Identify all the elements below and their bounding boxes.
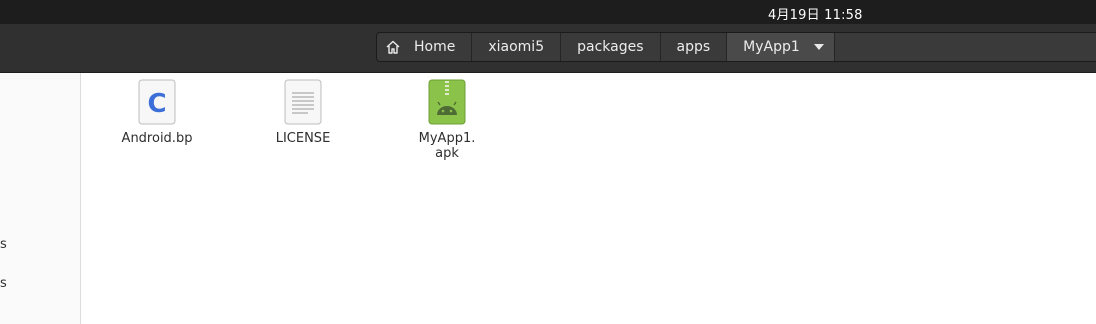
chevron-down-icon[interactable] [813, 44, 824, 50]
breadcrumb-packages[interactable]: packages [561, 33, 661, 61]
file-android-bp[interactable]: C Android.bp [107, 79, 207, 146]
path-bar-empty [835, 33, 1096, 61]
file-name: MyApp1. [418, 131, 476, 146]
file-view: C Android.bp LICENSE MyApp1. apk [81, 73, 1096, 324]
top-bar: 4月19日 11:58 [0, 0, 1096, 24]
text-document-icon [284, 79, 322, 125]
breadcrumb-apps[interactable]: apps [661, 33, 728, 61]
file-name-continued: apk [435, 146, 459, 161]
breadcrumb-label: apps [676, 39, 711, 55]
path-bar: Home xiaomi5 packages apps MyApp1 [376, 32, 1096, 62]
c-source-file-icon: C [138, 79, 176, 125]
clock[interactable]: 4月19日 11:58 [768, 4, 863, 23]
svg-text:C: C [147, 89, 166, 119]
file-license[interactable]: LICENSE [253, 79, 353, 146]
sidebar-item-label[interactable]: s [0, 237, 7, 252]
breadcrumb-home[interactable]: Home [377, 33, 473, 61]
breadcrumb-xiaomi5[interactable]: xiaomi5 [472, 33, 562, 61]
file-name: Android.bp [121, 131, 193, 146]
home-icon [386, 40, 400, 54]
breadcrumb-label: Home [414, 39, 456, 55]
android-apk-icon [428, 79, 466, 125]
sidebar-item-label[interactable]: s [0, 276, 7, 291]
sidebar: s s [0, 73, 81, 324]
breadcrumb-label: packages [577, 39, 644, 55]
breadcrumb-label: MyApp1 [743, 39, 800, 55]
file-myapp1-apk[interactable]: MyApp1. apk [397, 79, 497, 161]
file-name: LICENSE [275, 131, 331, 146]
breadcrumb-myapp1[interactable]: MyApp1 [727, 33, 835, 61]
breadcrumb-label: xiaomi5 [488, 39, 545, 55]
